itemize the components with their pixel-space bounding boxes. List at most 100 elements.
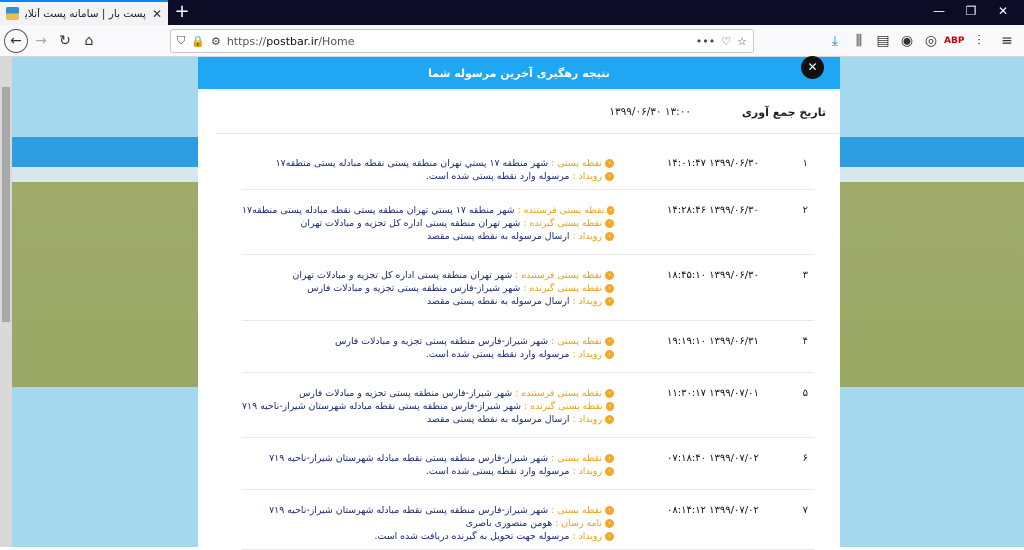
collect-date-row: تاریخ جمع آوری ۱۳:۰۰ ۱۳۹۹/۰۶/۳۰ (216, 90, 840, 134)
colon-separator: : (551, 453, 555, 464)
bullet-icon: › (605, 350, 614, 359)
event-key: نقطه پستی گیرنده (530, 401, 603, 412)
colon-separator: : (517, 205, 521, 216)
event-key: نقطه پستی (557, 453, 602, 464)
colon-separator: : (572, 414, 576, 425)
event-value: شهر شیراز-فارس منطقه پستی تجزیه و مبادلا… (334, 336, 549, 347)
colon-separator: : (572, 171, 576, 182)
page-actions-icon[interactable]: ••• (696, 35, 715, 48)
colon-separator: : (572, 231, 576, 242)
page-scrollbar[interactable] (0, 57, 12, 547)
row-datetime: ۰۷:۱۸:۴۰ ۱۳۹۹/۰۷/۰۲ (667, 453, 759, 464)
colon-separator: : (523, 283, 527, 294)
modal-title: نتیجه رهگیری آخرین مرسوله شما (428, 66, 610, 80)
close-window-icon[interactable]: ✕ (988, 4, 1018, 18)
downloads-icon[interactable]: ⤓ (826, 32, 844, 50)
pocket-icon[interactable]: ♡ (721, 35, 731, 48)
event-value: شهر منطقه ۱۷ پستي تهران منطقه پستی نقطه … (275, 158, 549, 169)
home-icon[interactable]: ⌂ (80, 32, 98, 50)
colon-separator: : (551, 505, 555, 516)
colon-separator: : (572, 349, 576, 360)
event-line: › نقطه پستی فرستنده : شهر شیراز-فارس منطق… (242, 387, 614, 400)
menu-icon[interactable]: ≡ (998, 32, 1016, 50)
bullet-icon: › (605, 172, 614, 181)
event-value: شهر تهران منطقه پستی اداره کل تجزیه و مب… (300, 218, 521, 229)
event-value: شهر شیراز-فارس منطقه پستی نقطه مبادله شه… (269, 505, 549, 516)
event-line: › رویداد : ارسال مرسوله به نقطه پستی مقصد (242, 295, 614, 308)
row-events: › نقطه پستی : شهر شیراز-فارس منطقه پستی ن… (242, 504, 614, 543)
colon-separator: : (572, 531, 576, 542)
bullet-icon: › (605, 532, 614, 541)
event-line: › نقطه پستی گیرنده : شهر شیراز-فارس منطقه… (242, 400, 614, 413)
adblock-icon[interactable]: ABP (944, 32, 964, 50)
back-button[interactable]: ← (4, 29, 28, 53)
modal-header: نتیجه رهگیری آخرین مرسوله شما (198, 57, 840, 89)
row-number: ۴ (802, 336, 808, 347)
scrollbar-thumb[interactable] (2, 87, 10, 322)
event-value: مرسوله جهت تحویل به گیرنده دریافت شده اس… (374, 531, 570, 542)
restore-icon[interactable]: ❐ (956, 4, 986, 18)
forward-button[interactable]: → (32, 32, 50, 50)
bullet-icon: › (605, 271, 614, 280)
bullet-icon: › (605, 284, 614, 293)
event-key: رویداد (578, 349, 602, 360)
event-line: › نقطه پستی فرستنده : شهر منطقه ۱۷ پستي ت… (242, 204, 614, 217)
tracking-shield-icon[interactable]: ⛉ (177, 34, 185, 48)
event-line: › رویداد : مرسوله وارد نقطه پستی شده است. (242, 465, 614, 478)
colon-separator: : (524, 401, 528, 412)
table-row: ۵ ۱۱:۳۰:۱۷ ۱۳۹۹/۰۷/۰۱ › نقطه پستی فرستنده :… (242, 373, 814, 438)
event-line: › نقطه پستی فرستنده : شهر تهران منطقه پست… (242, 269, 614, 282)
bullet-icon: › (605, 454, 614, 463)
tab-title: پست بار | سامانه پست آنلاین کشور (25, 7, 146, 20)
sidebar-icon[interactable]: ▤ (874, 32, 892, 50)
event-line: › نقطه پستی گیرنده : شهر تهران منطقه پستی… (242, 217, 614, 230)
collect-date-label: تاریخ جمع آوری (741, 105, 826, 119)
event-value: ارسال مرسوله به نقطه پستی مقصد (426, 296, 570, 307)
event-value: شهر تهران منطقه پستی اداره کل تجزیه و مب… (292, 270, 513, 281)
colon-separator: : (551, 158, 555, 169)
bullet-icon: › (605, 415, 614, 424)
extension-icon[interactable]: ◎ (922, 32, 940, 50)
close-modal-button[interactable]: ✕ (801, 56, 824, 79)
row-number: ۶ (802, 453, 808, 464)
event-line: › نقطه پستی گیرنده : شهر شیراز-فارس منطقه… (242, 282, 614, 295)
table-row: ۴ ۱۹:۱۹:۱۰ ۱۳۹۹/۰۶/۳۱ › نقطه پستی : شهر شیر… (242, 321, 814, 373)
row-datetime: ۱۱:۳۰:۱۷ ۱۳۹۹/۰۷/۰۱ (667, 388, 759, 399)
close-tab-icon[interactable]: ✕ (152, 7, 162, 21)
event-key: نقطه پستی فرستنده (521, 388, 602, 399)
permissions-icon[interactable]: ⚙ (211, 35, 221, 48)
event-value: شهر شیراز-فارس منطقه پستی نقطه مبادله شه… (242, 401, 522, 412)
bullet-icon: › (605, 337, 614, 346)
toolbar-extension-icon[interactable]: ⫶ (970, 32, 988, 50)
row-events: › نقطه پستی فرستنده : شهر تهران منطقه پست… (242, 269, 614, 308)
row-events: › نقطه پستی فرستنده : شهر منطقه ۱۷ پستي ت… (242, 204, 614, 243)
site-favicon-icon (6, 7, 19, 20)
lock-icon[interactable]: 🔒 (191, 35, 205, 48)
bullet-icon: › (605, 519, 614, 528)
reload-icon[interactable]: ↻ (56, 32, 74, 50)
row-datetime: ۱۴:۲۸:۴۶ ۱۳۹۹/۰۶/۳۰ (667, 205, 759, 216)
event-value: شهر شیراز-فارس منطقه پستی نقطه مبادله شه… (269, 453, 549, 464)
colon-separator: : (523, 218, 527, 229)
event-line: › رویداد : مرسوله جهت تحویل به گیرنده دری… (242, 530, 614, 543)
minimize-icon[interactable]: — (924, 4, 954, 18)
colon-separator: : (515, 270, 519, 281)
event-value: شهر شیراز-فارس منطقه پستی تجزیه و مبادلا… (307, 283, 521, 294)
event-key: رویداد (578, 466, 602, 477)
event-value: ارسال مرسوله به نقطه پستی مقصد (426, 231, 570, 242)
row-events: › نقطه پستی فرستنده : شهر شیراز-فارس منطق… (242, 387, 614, 426)
url-bar[interactable]: ⛉ 🔒 ⚙ https://postbar.ir/Home ••• ♡ ☆ (170, 29, 754, 53)
new-tab-button[interactable]: + (172, 2, 192, 22)
url-text[interactable]: https://postbar.ir/Home (227, 35, 690, 48)
colon-separator: : (551, 336, 555, 347)
event-key: نامه رسان (561, 518, 602, 529)
event-value: شهر منطقه ۱۷ پستي تهران منطقه پستی نقطه … (242, 205, 515, 216)
row-datetime: ۱۹:۱۹:۱۰ ۱۳۹۹/۰۶/۳۱ (667, 336, 759, 347)
event-line: › رویداد : مرسوله وارد نقطه پستی شده است. (242, 170, 614, 183)
bookmark-star-icon[interactable]: ☆ (737, 35, 747, 48)
browser-tab[interactable]: پست بار | سامانه پست آنلاین کشور ✕ (0, 0, 168, 25)
library-icon[interactable]: ⫼ (850, 32, 868, 50)
account-icon[interactable]: ◉ (898, 32, 916, 50)
event-key: نقطه پستی فرستنده (521, 270, 602, 281)
row-number: ۵ (802, 388, 808, 399)
